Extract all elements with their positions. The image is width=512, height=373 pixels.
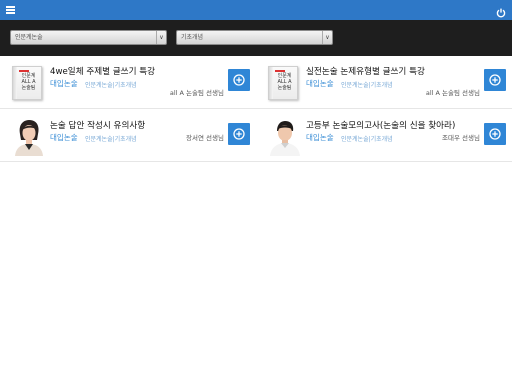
add-course-button[interactable] (228, 123, 250, 145)
hamburger-menu-icon[interactable] (6, 6, 15, 14)
course-subcategory: 인문계논술|기초개념 (85, 82, 137, 89)
course-category: 대입논술 (306, 133, 334, 142)
add-course-button[interactable] (484, 123, 506, 145)
add-course-button[interactable] (484, 69, 506, 91)
subcategory-select[interactable]: 기초개념 ∨ (176, 30, 333, 45)
course-category: 대입논술 (306, 79, 334, 88)
chevron-down-icon: ∨ (322, 31, 332, 44)
book-cover-text: 논술팀 (21, 85, 36, 91)
plus-circle-icon (489, 128, 501, 140)
course-teacher: all A 논술팀 선생님 (425, 89, 480, 97)
subcategory-select-value: 기초개념 (181, 34, 204, 41)
add-course-button[interactable] (228, 69, 250, 91)
teacher-photo (11, 118, 45, 156)
course-teacher: 장서연 선생님 (186, 134, 224, 142)
course-card[interactable]: 논술 답안 작성시 유의사항 대입논술 인문계논술|기초개념 장서연 선생님 (10, 118, 250, 162)
course-subcategory: 인문계논술|기초개념 (341, 82, 393, 89)
plus-circle-icon (489, 74, 501, 86)
teacher-photo (267, 118, 301, 156)
course-category: 대입논술 (50, 133, 78, 142)
book-cover-thumbnail: 인문계 ALL A 논술팀 (266, 64, 302, 102)
chevron-down-icon: ∨ (156, 31, 166, 44)
book-cover-thumbnail: 인문계 ALL A 논술팀 (10, 64, 46, 102)
plus-circle-icon (233, 74, 245, 86)
filter-bar: 인문계논술 ∨ 기초개념 ∨ (0, 20, 512, 56)
course-subcategory: 인문계논술|기초개념 (341, 136, 393, 143)
category-select[interactable]: 인문계논술 ∨ (10, 30, 167, 45)
row-divider (0, 108, 512, 109)
course-card[interactable]: 고등부 논술모의고사(논술의 신을 찾아라) 대입논술 인문계논술|기초개념 조… (266, 118, 506, 162)
category-select-value: 인문계논술 (15, 34, 43, 41)
book-cover-text: 논술팀 (277, 85, 292, 91)
course-title[interactable]: 4we일체 주제별 글쓰기 특강 (50, 65, 228, 77)
plus-circle-icon (233, 128, 245, 140)
course-subcategory: 인문계논술|기초개념 (85, 136, 137, 143)
course-title[interactable]: 논술 답안 작성시 유의사항 (50, 119, 228, 131)
course-teacher: all A 논술팀 선생님 (169, 89, 224, 97)
course-card[interactable]: 인문계 ALL A 논술팀 4we일체 주제별 글쓰기 특강 대입논술 인문계논술|… (10, 64, 250, 108)
course-card[interactable]: 인문계 ALL A 논술팀 실전논술 논제유형별 글쓰기 특강 대입논술 인문계논술… (266, 64, 506, 108)
course-category: 대입논술 (50, 79, 78, 88)
course-title[interactable]: 고등부 논술모의고사(논술의 신을 찾아라) (306, 119, 484, 131)
top-app-bar (0, 0, 512, 20)
course-title[interactable]: 실전논술 논제유형별 글쓰기 특강 (306, 65, 484, 77)
power-refresh-icon[interactable] (495, 4, 507, 18)
course-teacher: 조대우 선생님 (442, 134, 480, 142)
